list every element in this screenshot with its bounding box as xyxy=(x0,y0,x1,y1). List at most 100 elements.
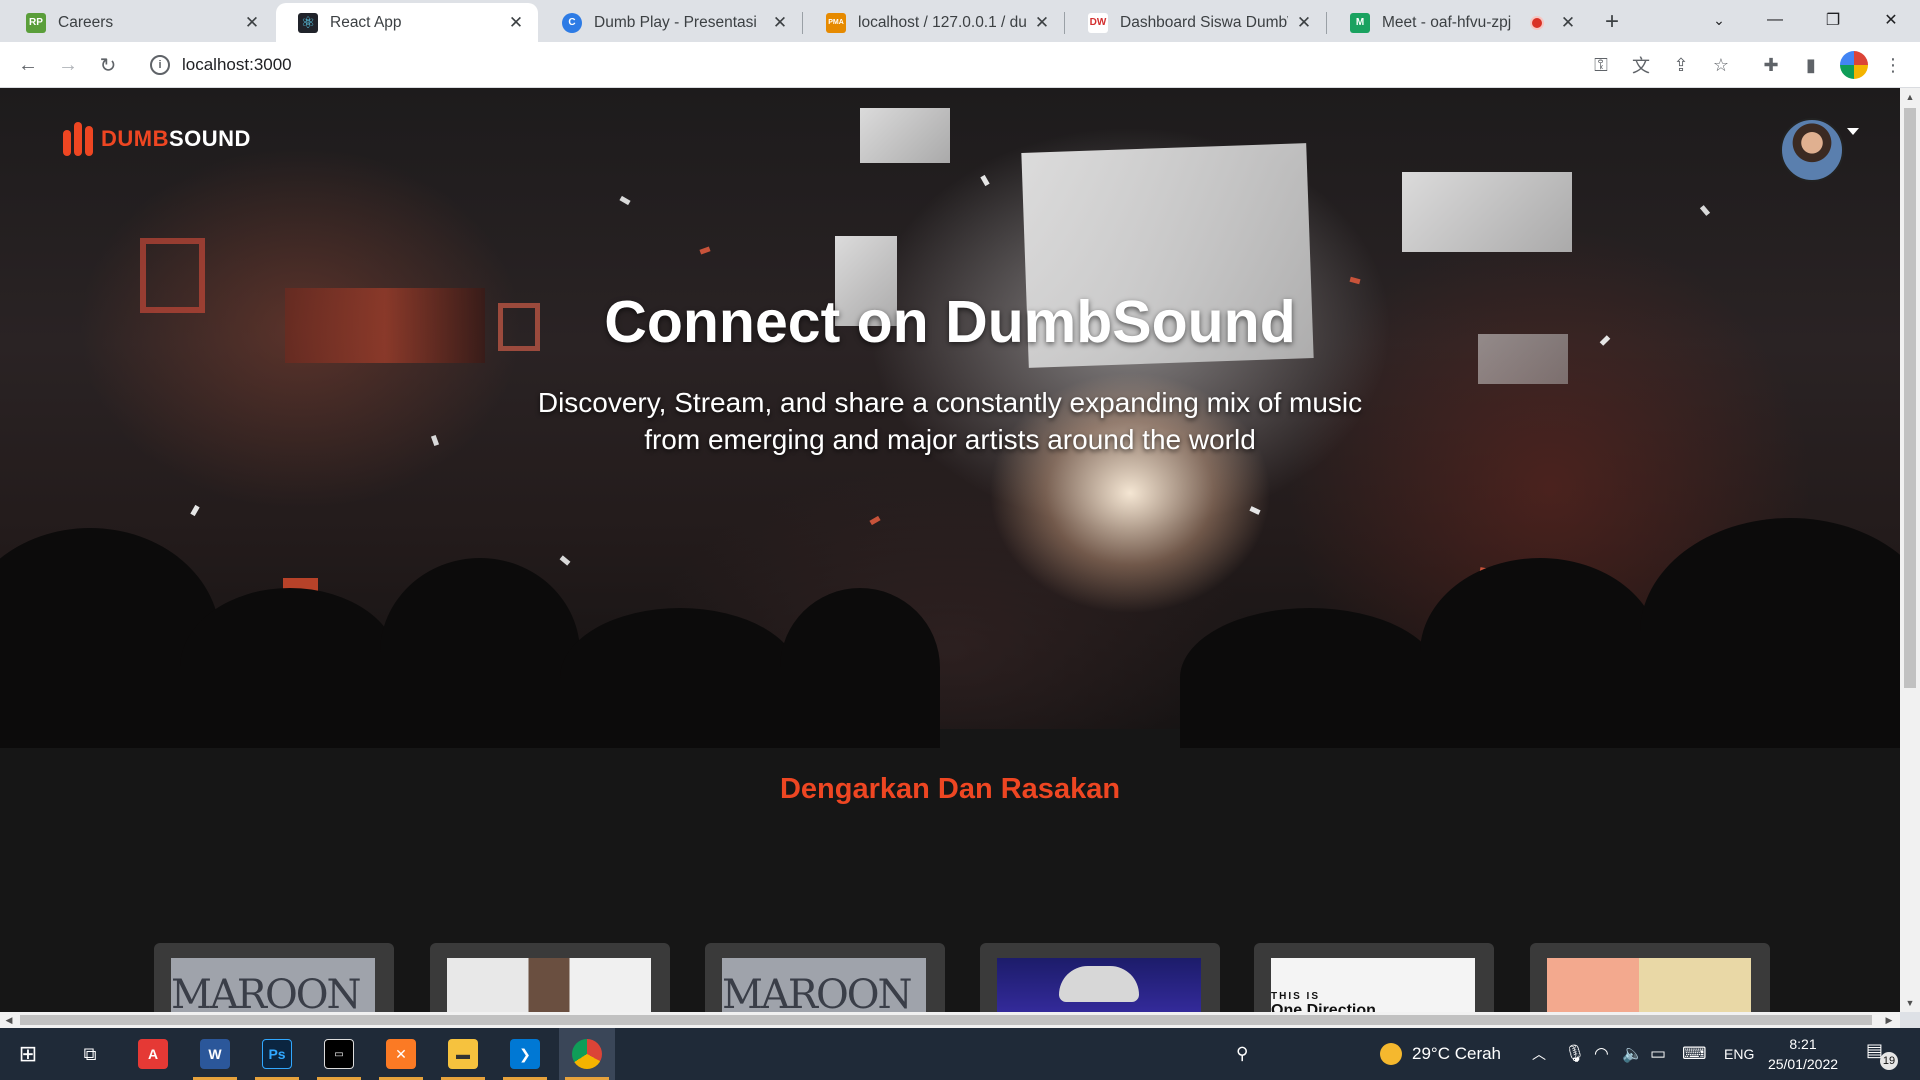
crowd-silhouette xyxy=(1420,558,1660,748)
meet-favicon-icon: M xyxy=(1350,12,1370,33)
album-cover xyxy=(997,958,1201,1012)
confetti xyxy=(1699,205,1711,216)
terminal-app-icon[interactable]: ▭ xyxy=(311,1028,367,1080)
task-view-icon[interactable]: ⧉ xyxy=(62,1028,118,1080)
translate-icon[interactable]: 文 xyxy=(1628,52,1654,78)
album-cover: MAROON 5 xyxy=(722,958,926,1012)
confetti xyxy=(1249,506,1261,515)
minimize-icon[interactable]: — xyxy=(1746,0,1804,40)
caret-down-icon[interactable] xyxy=(1847,128,1859,135)
hero-subtitle-line: from emerging and major artists around t… xyxy=(644,424,1256,455)
close-icon[interactable]: ✕ xyxy=(1294,13,1314,33)
notification-center-icon[interactable]: ▤ 19 xyxy=(1866,1040,1898,1070)
scrollbar-thumb[interactable] xyxy=(1904,108,1916,688)
stage-screen xyxy=(1402,172,1572,252)
url-text: localhost:3000 xyxy=(182,55,292,74)
scroll-up-arrow-icon[interactable]: ▲ xyxy=(1900,88,1920,106)
microphone-icon[interactable]: 🎙 xyxy=(1564,1028,1586,1080)
xampp-app-icon[interactable]: ✕ xyxy=(373,1028,429,1080)
tab-phpmyadmin[interactable]: PMA localhost / 127.0.0.1 / dumb ✕ xyxy=(804,3,1064,42)
acrobat-app-icon[interactable]: A xyxy=(125,1028,181,1080)
logo-text-dumb: DUMB xyxy=(101,126,169,151)
album-card[interactable] xyxy=(430,943,670,1012)
tab-divider xyxy=(802,12,803,34)
show-hidden-icons-chevron-icon[interactable]: ︿ xyxy=(1532,1028,1546,1080)
close-icon[interactable]: ✕ xyxy=(242,13,262,33)
tab-react-app[interactable]: ⚛ React App ✕ xyxy=(276,3,538,42)
album-card[interactable]: MAROON 5 xyxy=(154,943,394,1012)
close-icon[interactable]: ✕ xyxy=(1558,13,1578,33)
weather-sun-icon xyxy=(1380,1043,1402,1065)
album-card[interactable]: MAROON 5 xyxy=(705,943,945,1012)
start-windows-icon[interactable]: ⊞ xyxy=(0,1028,56,1080)
careers-favicon-icon: RP xyxy=(26,12,46,33)
user-avatar[interactable] xyxy=(1780,118,1844,182)
wifi-icon[interactable]: ◠ xyxy=(1594,1028,1609,1080)
album-card[interactable] xyxy=(1530,943,1770,1012)
recording-icon xyxy=(1530,15,1544,30)
album-cover-label: THIS IS xyxy=(1271,990,1321,1002)
hero-banner: DUMBSOUND Connect on DumbSound Discovery… xyxy=(0,88,1900,748)
crowd-silhouette xyxy=(180,588,400,748)
dumbsound-logo[interactable]: DUMBSOUND xyxy=(63,122,251,156)
profile-avatar-icon[interactable] xyxy=(1840,51,1868,79)
bookmark-star-icon[interactable]: ☆ xyxy=(1708,52,1734,78)
confetti xyxy=(190,504,200,517)
scrollbar-thumb[interactable] xyxy=(20,1015,1872,1025)
confetti xyxy=(430,434,440,447)
scroll-right-arrow-icon[interactable]: ▶ xyxy=(1880,1012,1898,1028)
people-icon[interactable]: ⚲ xyxy=(1236,1028,1248,1080)
tab-title: React App xyxy=(330,13,402,31)
vscode-app-icon[interactable]: ❯ xyxy=(497,1028,553,1080)
tab-careers[interactable]: RP Careers ✕ xyxy=(4,3,274,42)
address-bar[interactable]: i localhost:3000 xyxy=(140,47,1570,83)
close-icon[interactable]: ✕ xyxy=(1032,13,1052,33)
album-cover: THIS IS One Direction xyxy=(1271,958,1475,1012)
battery-icon[interactable]: ▭ xyxy=(1650,1028,1666,1080)
input-language[interactable]: ENG xyxy=(1724,1028,1754,1080)
window-close-icon[interactable]: ✕ xyxy=(1862,0,1920,40)
close-icon[interactable]: ✕ xyxy=(770,13,790,33)
kebab-menu-icon[interactable]: ⋮ xyxy=(1880,52,1906,78)
chrome-app-icon[interactable] xyxy=(559,1028,615,1080)
password-key-icon[interactable]: ⚿ xyxy=(1588,52,1614,78)
word-app-icon[interactable]: W xyxy=(187,1028,243,1080)
site-info-icon[interactable]: i xyxy=(150,55,170,75)
tab-title: localhost / 127.0.0.1 / dumb xyxy=(858,13,1026,31)
confetti xyxy=(980,174,990,187)
scroll-down-arrow-icon[interactable]: ▼ xyxy=(1900,994,1920,1012)
logo-wordmark: DUMBSOUND xyxy=(101,126,251,152)
system-clock[interactable]: 8:21 25/01/2022 xyxy=(1758,1034,1848,1074)
restore-icon[interactable]: ❐ xyxy=(1804,0,1862,40)
weather-widget[interactable]: 29°C Cerah xyxy=(1380,1028,1501,1080)
confetti xyxy=(559,555,571,566)
tab-dashboard-siswa[interactable]: DW Dashboard Siswa DumbWa ✕ xyxy=(1066,3,1326,42)
file-explorer-icon[interactable]: ▬ xyxy=(435,1028,491,1080)
close-icon[interactable]: ✕ xyxy=(506,13,526,33)
extensions-puzzle-icon[interactable]: ✚ xyxy=(1758,52,1784,78)
phpmyadmin-favicon-icon: PMA xyxy=(826,12,846,33)
page-viewport: DUMBSOUND Connect on DumbSound Discovery… xyxy=(0,88,1900,1012)
dumbways-favicon-icon: DW xyxy=(1088,12,1108,33)
album-cover xyxy=(447,958,651,1012)
photoshop-app-icon[interactable]: Ps xyxy=(249,1028,305,1080)
back-arrow-icon[interactable]: ← xyxy=(12,49,44,81)
forward-arrow-icon[interactable]: → xyxy=(52,49,84,81)
tab-dumb-play[interactable]: C Dumb Play - Presentasi ✕ xyxy=(540,3,802,42)
album-card[interactable] xyxy=(980,943,1220,1012)
hero-title: Connect on DumbSound xyxy=(604,289,1296,355)
new-tab-button[interactable]: + xyxy=(1596,6,1628,38)
horizontal-scrollbar[interactable]: ◀ ▶ xyxy=(0,1012,1900,1028)
album-card[interactable]: THIS IS One Direction xyxy=(1254,943,1494,1012)
vertical-scrollbar[interactable]: ▲ ▼ xyxy=(1900,88,1920,1012)
side-panel-icon[interactable]: ▮ xyxy=(1798,52,1824,78)
volume-icon[interactable]: 🔈 xyxy=(1622,1028,1643,1080)
tab-meet[interactable]: M Meet - oaf-hfvu-zpj ✕ xyxy=(1328,3,1590,42)
keyboard-icon[interactable]: ⌨ xyxy=(1682,1028,1707,1080)
scroll-left-arrow-icon[interactable]: ◀ xyxy=(0,1012,18,1028)
reload-icon[interactable]: ↻ xyxy=(92,49,124,81)
share-icon[interactable]: ⇪ xyxy=(1668,52,1694,78)
tab-title: Careers xyxy=(58,13,114,31)
tab-title: Meet - oaf-hfvu-zpj xyxy=(1382,13,1512,31)
tab-search-chevron-icon[interactable]: ⌄ xyxy=(1690,0,1748,40)
